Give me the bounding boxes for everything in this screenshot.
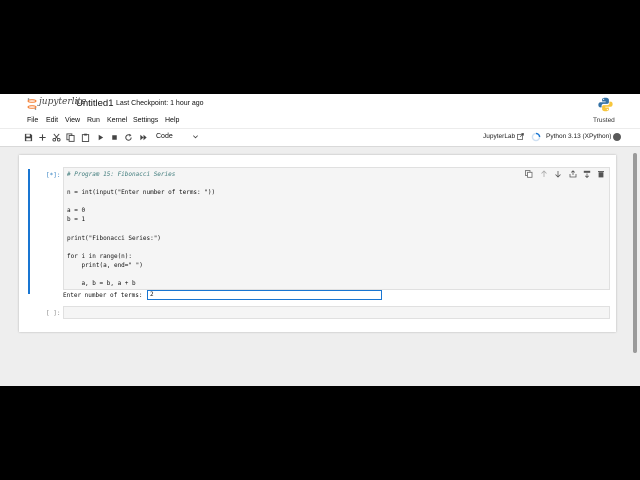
restart-icon[interactable] [124, 133, 133, 142]
insert-above-icon[interactable] [569, 170, 577, 178]
cut-icon[interactable] [52, 133, 61, 142]
code-cell-editor[interactable] [63, 306, 610, 319]
menu-help[interactable]: Help [165, 117, 179, 124]
menu-bar: File Edit View Run Kernel Settings Help … [0, 115, 640, 128]
move-down-icon[interactable] [554, 170, 562, 178]
stdin-prompt: Enter number of terms: [63, 292, 143, 299]
active-cell-indicator [28, 169, 30, 294]
copy-icon[interactable] [66, 133, 75, 142]
notebook-name[interactable]: Untitled1 [76, 98, 114, 109]
stop-icon[interactable] [110, 133, 119, 142]
external-link-icon[interactable] [517, 133, 524, 140]
code-line: a = 0 [67, 207, 86, 214]
stdin-input[interactable]: 2 [147, 290, 382, 300]
run-all-icon[interactable] [139, 133, 148, 142]
kernel-status-indicator [613, 133, 621, 141]
move-up-icon[interactable] [540, 170, 548, 178]
kernel-spinner-icon [531, 132, 541, 142]
code-line: a, b = b, a + b [67, 280, 136, 287]
cell-type-select[interactable]: Code [156, 133, 173, 140]
kernel-name[interactable]: Python 3.13 (XPython) [546, 133, 611, 140]
code-line: for i in range(n): [67, 253, 133, 260]
save-icon[interactable] [24, 133, 33, 142]
code-line: print("Fibonacci Series:") [67, 235, 161, 242]
code-line: # Program 15: Fibonacci Series [67, 171, 176, 178]
menu-file[interactable]: File [27, 117, 38, 124]
code-cell-editor[interactable] [63, 167, 610, 290]
code-line: n = int(input("Enter number of terms: ")… [67, 189, 216, 196]
jupyterlite-window: jupyterlite Untitled1 Last Checkpoint: 1… [0, 94, 640, 386]
chevron-down-icon[interactable] [192, 133, 199, 140]
scrollbar[interactable] [633, 153, 637, 353]
code-line: print(a, end=" ") [67, 262, 143, 269]
cell-prompt: [*]: [46, 172, 61, 179]
insert-below-icon[interactable] [583, 170, 591, 178]
add-cell-icon[interactable] [38, 133, 47, 142]
menu-run[interactable]: Run [87, 117, 100, 124]
menu-edit[interactable]: Edit [46, 117, 58, 124]
notebook-toolbar: Code JupyterLab Python 3.13 (XPython) [0, 128, 640, 147]
paste-icon[interactable] [81, 133, 90, 142]
jupyter-logo-icon [27, 98, 37, 110]
menu-view[interactable]: View [65, 117, 80, 124]
run-icon[interactable] [96, 133, 105, 142]
open-in-jupyterlab-link[interactable]: JupyterLab [483, 133, 515, 140]
python-logo-icon [598, 97, 613, 112]
last-checkpoint: Last Checkpoint: 1 hour ago [116, 100, 204, 107]
menu-settings[interactable]: Settings [133, 117, 158, 124]
code-line: b = 1 [67, 216, 86, 223]
cell-prompt: [ ]: [46, 310, 61, 317]
delete-cell-icon[interactable] [597, 170, 605, 178]
jupyterlite-logo[interactable]: jupyterlite [27, 96, 86, 112]
title-bar: jupyterlite Untitled1 Last Checkpoint: 1… [0, 94, 640, 115]
duplicate-cell-icon[interactable] [525, 170, 533, 178]
trusted-indicator[interactable]: Trusted [593, 117, 615, 124]
menu-kernel[interactable]: Kernel [107, 117, 127, 124]
